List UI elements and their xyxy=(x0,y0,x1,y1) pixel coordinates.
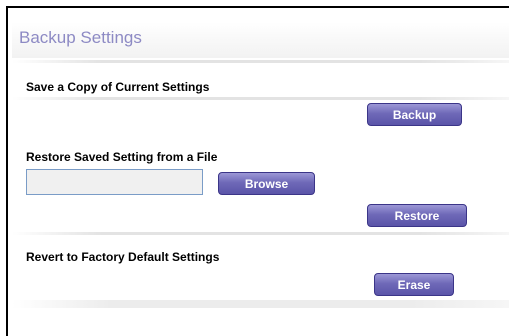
restore-section-divider xyxy=(12,232,509,235)
bottom-divider xyxy=(12,300,509,308)
browse-button[interactable]: Browse xyxy=(218,172,315,195)
backup-button[interactable]: Backup xyxy=(367,103,462,126)
revert-section-label: Revert to Factory Default Settings xyxy=(26,250,220,264)
page-title: Backup Settings xyxy=(19,28,142,47)
restore-button[interactable]: Restore xyxy=(367,204,467,227)
restore-file-input[interactable] xyxy=(26,169,203,195)
save-section-divider xyxy=(12,97,509,100)
title-divider xyxy=(12,60,509,63)
restore-section-label: Restore Saved Setting from a File xyxy=(26,150,218,164)
save-section-label: Save a Copy of Current Settings xyxy=(26,80,210,94)
erase-button[interactable]: Erase xyxy=(374,273,454,296)
